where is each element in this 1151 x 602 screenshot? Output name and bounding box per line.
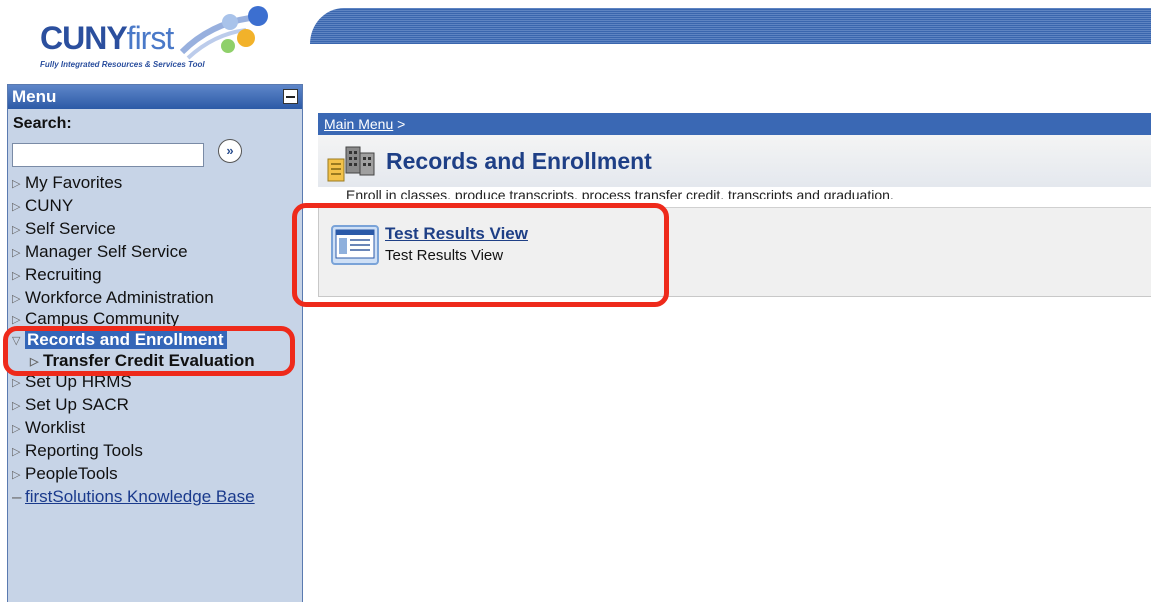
triangle-right-icon: ▷ xyxy=(12,446,21,458)
search-label: Search: xyxy=(13,115,72,132)
menu-item-my-favorites[interactable]: ▷ My Favorites xyxy=(8,171,302,194)
page-header: Records and Enrollment xyxy=(318,135,1151,187)
menu-item-label: Recruiting xyxy=(25,265,102,284)
logo-spheres-icon xyxy=(180,6,268,60)
logo-wordmark: CUNYfirst xyxy=(40,20,175,56)
triangle-right-icon: ▷ xyxy=(12,423,21,435)
menu-item-label: Manager Self Service xyxy=(25,242,188,261)
menu-item-label: My Favorites xyxy=(25,173,123,192)
logo-brand-bold: CUNY xyxy=(40,20,128,56)
menu-item-label: CUNY xyxy=(25,196,74,215)
cunyfirst-logo: CUNYfirst Fully Integrated Resources & S… xyxy=(40,4,270,74)
triangle-right-icon: ▷ xyxy=(12,270,21,282)
menu-item-recruiting[interactable]: ▷ Recruiting xyxy=(8,263,302,286)
triangle-right-icon: ▷ xyxy=(12,201,21,213)
triangle-right-icon: ▷ xyxy=(12,469,21,481)
menu-item-label: Self Service xyxy=(25,219,116,238)
triangle-right-icon: ▷ xyxy=(12,178,21,190)
menu-item-firstsolutions-knowledge-base[interactable]: – firstSolutions Knowledge Base xyxy=(8,485,302,508)
triangle-right-icon: ▷ xyxy=(12,293,21,305)
menu-title: Menu xyxy=(12,87,57,106)
dash-icon: – xyxy=(12,487,22,506)
menu-item-workforce-administration[interactable]: ▷ Workforce Administration xyxy=(8,286,302,309)
highlight-annotation-menu xyxy=(3,326,295,376)
knowledge-base-link[interactable]: firstSolutions Knowledge Base xyxy=(25,487,255,506)
triangle-right-icon: ▷ xyxy=(12,247,21,259)
menu-item-cuny[interactable]: ▷ CUNY xyxy=(8,194,302,217)
header-banner xyxy=(310,8,1151,44)
records-building-icon xyxy=(327,146,375,182)
menu-item-worklist[interactable]: ▷ Worklist xyxy=(8,416,302,439)
double-chevron-right-icon: » xyxy=(226,143,233,158)
triangle-right-icon: ▷ xyxy=(12,400,21,412)
search-row: » xyxy=(8,135,302,171)
menu-header: Menu xyxy=(8,85,302,109)
menu-item-reporting-tools[interactable]: ▷ Reporting Tools xyxy=(8,439,302,462)
search-go-button[interactable]: » xyxy=(218,139,242,163)
menu-item-peopletools[interactable]: ▷ PeopleTools xyxy=(8,462,302,485)
breadcrumb: Main Menu > xyxy=(318,113,1151,135)
menu-item-set-up-sacr[interactable]: ▷ Set Up SACR xyxy=(8,393,302,416)
menu-item-label: Reporting Tools xyxy=(25,441,143,460)
menu-item-label: Worklist xyxy=(25,418,86,437)
page-title: Records and Enrollment xyxy=(386,148,652,174)
menu-item-label: Workforce Administration xyxy=(25,288,214,307)
collapse-menu-button[interactable] xyxy=(283,89,298,104)
page-description: Enroll in classes, produce transcripts, … xyxy=(346,187,894,199)
breadcrumb-main-menu-link[interactable]: Main Menu xyxy=(324,116,393,132)
triangle-right-icon: ▷ xyxy=(12,224,21,236)
menu-item-manager-self-service[interactable]: ▷ Manager Self Service xyxy=(8,240,302,263)
logo-brand-light: first xyxy=(126,20,175,56)
menu-search-input[interactable] xyxy=(12,143,204,167)
highlight-annotation-content xyxy=(292,203,669,307)
menu-item-label: PeopleTools xyxy=(25,464,118,483)
menu-item-self-service[interactable]: ▷ Self Service xyxy=(8,217,302,240)
menu-item-label: Set Up SACR xyxy=(25,395,129,414)
breadcrumb-separator: > xyxy=(397,116,406,132)
